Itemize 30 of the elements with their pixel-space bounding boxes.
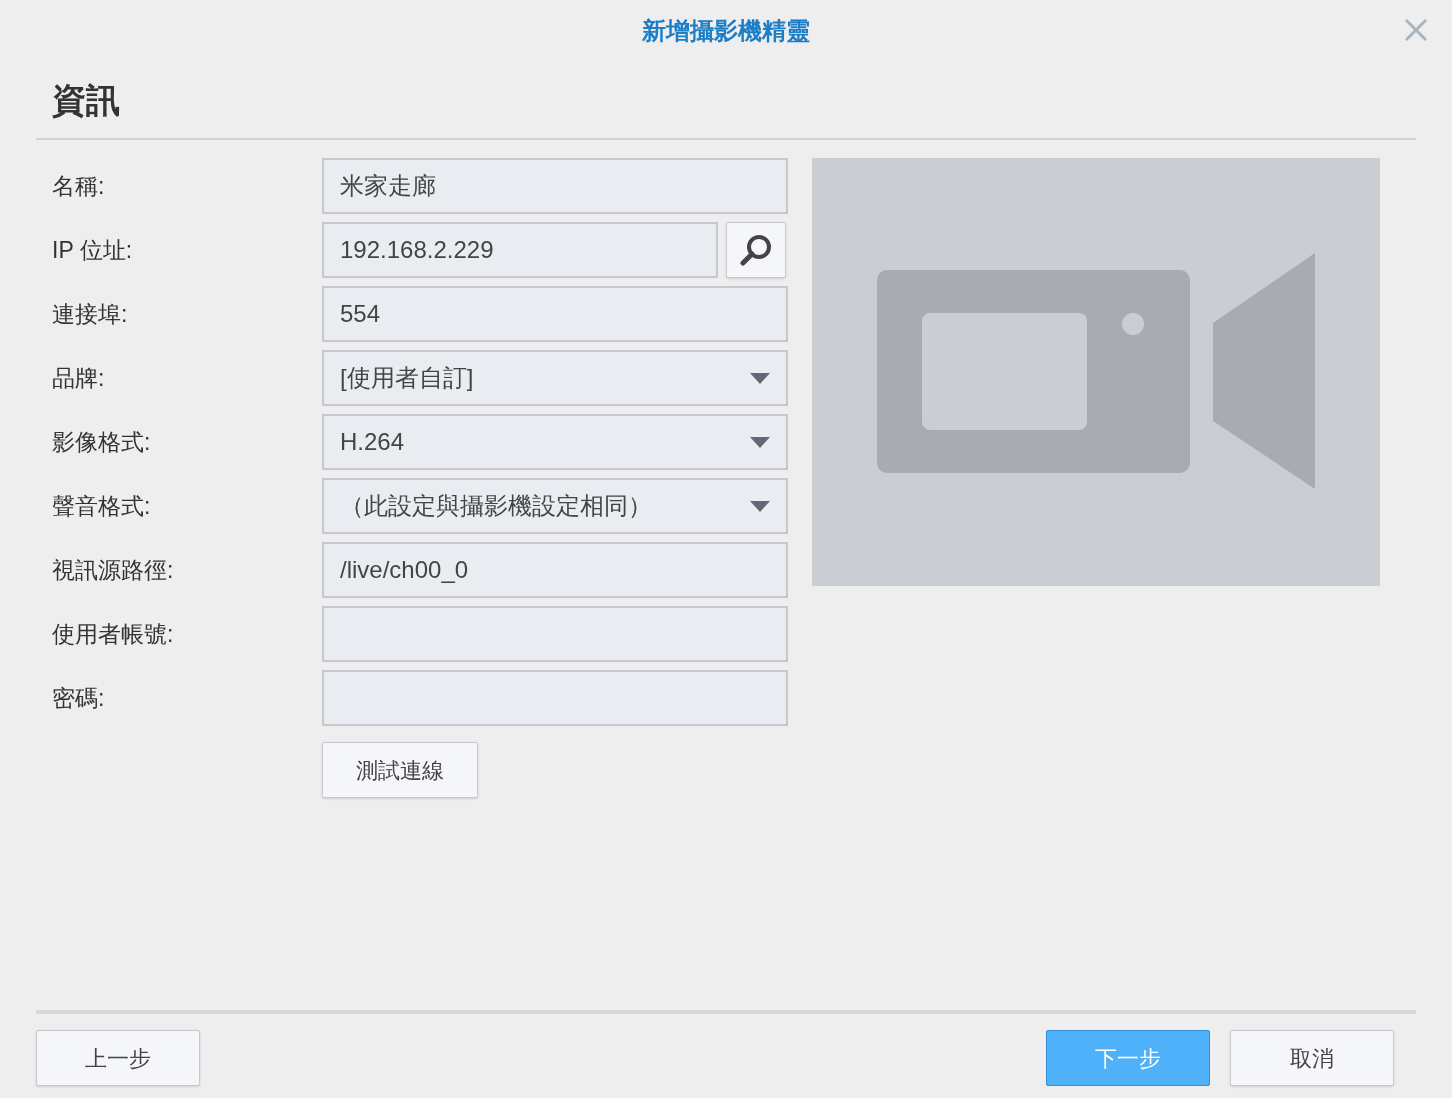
input-field[interactable]: 554: [322, 286, 788, 342]
input-field[interactable]: /live/ch00_0: [322, 542, 788, 598]
field-label: 密碼:: [51, 683, 106, 713]
field-label: IP 位址:: [51, 235, 134, 265]
close-icon: [1404, 18, 1428, 42]
field-label: 視訊源路徑:: [51, 555, 175, 585]
input-field[interactable]: 米家走廊: [322, 158, 788, 214]
section-heading: 資訊: [52, 79, 120, 121]
search-button[interactable]: [726, 222, 786, 278]
search-icon: [739, 233, 773, 267]
input-field[interactable]: [322, 606, 788, 662]
caret-icon: [750, 500, 770, 512]
field-label: 聲音格式:: [51, 491, 152, 521]
footer-button[interactable]: 上一步: [36, 1030, 200, 1086]
window-title: 新增攝影機精靈: [642, 16, 810, 46]
dropdown[interactable]: H.264: [322, 414, 788, 470]
input-field[interactable]: [322, 670, 788, 726]
field-label: 使用者帳號:: [51, 619, 175, 649]
field-label: 連接埠:: [51, 299, 129, 329]
field-label: 品牌:: [51, 363, 106, 393]
field-label: 名稱:: [51, 171, 106, 201]
caret-icon: [750, 436, 770, 448]
dropdown[interactable]: （此設定與攝影機設定相同）: [322, 478, 788, 534]
video-camera-icon: [877, 253, 1315, 491]
footer-button[interactable]: 取消: [1230, 1030, 1394, 1086]
dropdown[interactable]: [使用者自訂]: [322, 350, 788, 406]
caret-icon: [750, 372, 770, 384]
field-label: 影像格式:: [51, 427, 152, 457]
test-connection-button[interactable]: 測試連線: [322, 742, 478, 798]
input-field[interactable]: 192.168.2.229: [322, 222, 718, 278]
